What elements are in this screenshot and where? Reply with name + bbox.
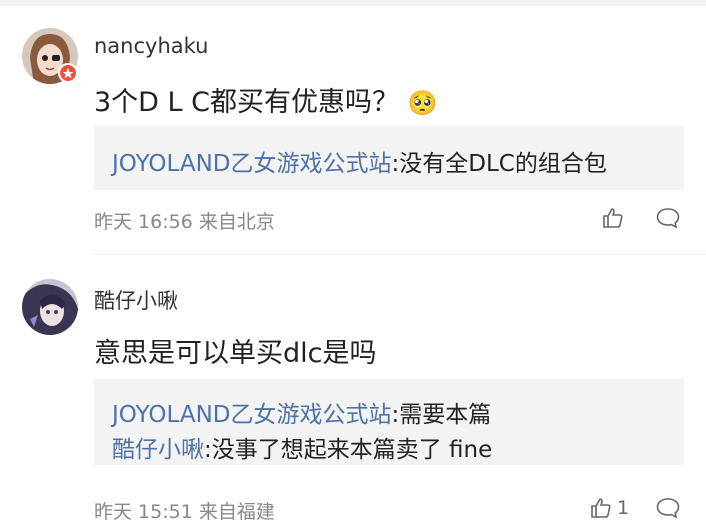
- reply-author-link[interactable]: 酷仔小啾: [112, 437, 204, 463]
- reply-text: :没有全DLC的组合包: [391, 151, 607, 177]
- thumbs-up-icon[interactable]: [601, 206, 625, 234]
- comment-username[interactable]: 酷仔小啾: [94, 285, 178, 315]
- reply-author-link[interactable]: JOYOLAND乙女游戏公式站: [112, 402, 392, 428]
- reply-text: :没事了想起来本篇卖了 fine: [204, 437, 493, 463]
- comment-item: nancyhaku 3个D L C都买有优惠吗？ 🥺 JOYOLAND乙女游戏公…: [0, 0, 706, 255]
- comment-bubble-icon[interactable]: [655, 496, 681, 524]
- reply-author-link[interactable]: JOYOLAND乙女游戏公式站: [112, 151, 392, 177]
- reply-box[interactable]: JOYOLAND乙女游戏公式站:需要本篇 酷仔小啾:没事了想起来本篇卖了 fin…: [94, 379, 684, 465]
- reply-line: JOYOLAND乙女游戏公式站:没有全DLC的组合包: [112, 144, 607, 178]
- reply-text: :需要本篇: [391, 402, 492, 428]
- verified-badge-icon: [58, 63, 78, 83]
- comment-meta: 昨天 15:51 来自福建: [94, 501, 275, 523]
- like-count: 1: [617, 497, 630, 519]
- pleading-face-emoji-icon: 🥺: [407, 89, 438, 117]
- comment-meta: 昨天 16:56 来自北京: [94, 211, 275, 233]
- reply-box[interactable]: JOYOLAND乙女游戏公式站:没有全DLC的组合包: [94, 126, 684, 190]
- reply-line: JOYOLAND乙女游戏公式站:需要本篇: [112, 395, 491, 429]
- reply-line: 酷仔小啾:没事了想起来本篇卖了 fine: [112, 430, 492, 464]
- avatar[interactable]: [22, 279, 78, 335]
- comment-bubble-icon[interactable]: [655, 206, 681, 234]
- comment-username[interactable]: nancyhaku: [94, 34, 208, 58]
- comment-text-body: 意思是可以单买dlc是吗: [94, 338, 377, 369]
- comment-text: 3个D L C都买有优惠吗？ 🥺: [94, 80, 438, 119]
- comment-text: 意思是可以单买dlc是吗: [94, 331, 377, 370]
- comment-text-body: 3个D L C都买有优惠吗？: [94, 87, 400, 118]
- comment-item: 酷仔小啾 意思是可以单买dlc是吗 JOYOLAND乙女游戏公式站:需要本篇 酷…: [0, 255, 706, 530]
- thumbs-up-icon[interactable]: [589, 496, 613, 524]
